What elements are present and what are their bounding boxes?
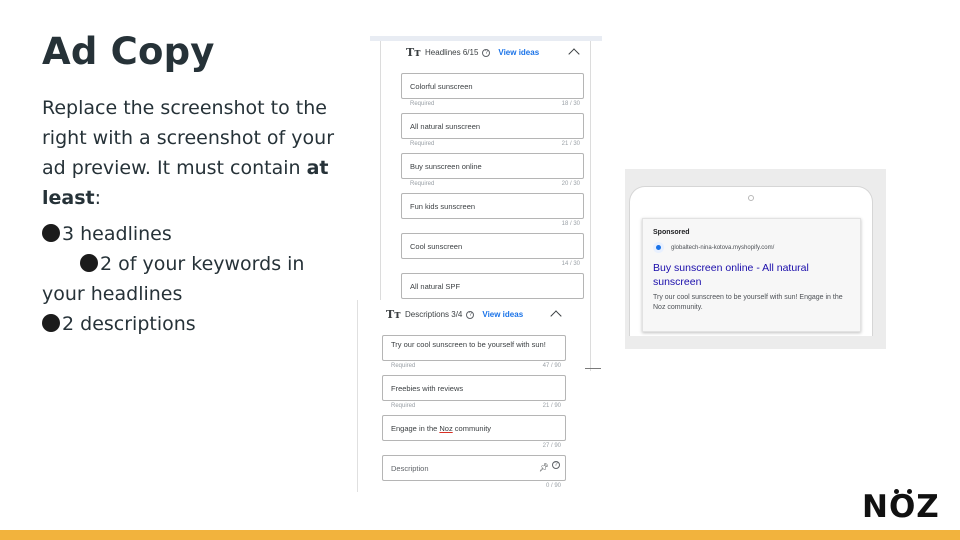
- headline-input[interactable]: Buy sunscreen online: [401, 153, 584, 179]
- descriptions-title: Descriptions 3/4: [405, 310, 463, 319]
- description-input[interactable]: Try our cool sunscreen to be yourself wi…: [382, 335, 566, 361]
- chevron-up-icon[interactable]: [550, 310, 562, 322]
- text-format-icon: Tт: [386, 308, 402, 321]
- logo-text: NOZ: [862, 489, 940, 525]
- headline-input[interactable]: Fun kids sunscreen: [401, 193, 584, 219]
- field-meta: Required 21 / 90: [391, 403, 561, 409]
- headline-input[interactable]: All natural SPF: [401, 273, 584, 299]
- ad-description: Try our cool sunscreen to be yourself wi…: [653, 294, 843, 311]
- description-empty-input[interactable]: Description 📌︎ ?: [382, 455, 566, 481]
- field-meta: 18 / 30: [561, 221, 580, 227]
- ad-domain: globaltech-nina-kotova.myshopify.com/: [671, 244, 775, 251]
- field-meta: Required 18 / 30: [410, 101, 580, 107]
- footer-bar: [0, 530, 960, 540]
- requirement-item: 3 headlines: [42, 219, 342, 249]
- help-icon[interactable]: ?: [482, 48, 491, 57]
- field-meta: Required 47 / 90: [391, 363, 561, 369]
- headlines-header: Tт Headlines 6/15 ? View ideas: [406, 46, 539, 59]
- slide-title: Ad Copy: [42, 30, 215, 73]
- description-input[interactable]: Engage in the Noz community: [382, 415, 566, 441]
- field-meta: Required 20 / 30: [410, 181, 580, 187]
- logo-umlaut-dot: [894, 489, 899, 494]
- noz-logo: NOZ: [862, 489, 944, 525]
- field-meta: 0 / 90: [545, 483, 561, 489]
- descriptions-header: Tт Descriptions 3/4 ? View ideas: [386, 308, 523, 321]
- ad-headline[interactable]: Buy sunscreen online - All natural sunsc…: [653, 261, 850, 289]
- bullet-icon: [80, 254, 98, 272]
- view-ideas-link[interactable]: View ideas: [498, 48, 539, 57]
- help-icon[interactable]: ?: [552, 461, 560, 469]
- text-format-icon: Tт: [406, 46, 422, 59]
- domain-row: globaltech-nina-kotova.myshopify.com/: [653, 242, 850, 253]
- headlines-screenshot: Tт Headlines 6/15 ? View ideas Colorful …: [370, 36, 602, 371]
- requirement-item-continuation: your headlines: [42, 283, 183, 305]
- ad-card[interactable]: Sponsored globaltech-nina-kotova.myshopi…: [642, 218, 861, 332]
- logo-umlaut-dot: [907, 489, 912, 494]
- bullet-icon: [42, 314, 60, 332]
- divider-line: [585, 368, 601, 369]
- requirement-item: 2 of your keywords in: [42, 249, 342, 279]
- intro-paragraph: Replace the screenshot to the right with…: [42, 93, 342, 213]
- view-ideas-link[interactable]: View ideas: [482, 310, 523, 319]
- headline-input[interactable]: All natural sunscreen: [401, 113, 584, 139]
- requirements-list: 3 headlines 2 of your keywords in your h…: [42, 219, 342, 339]
- sponsored-label: Sponsored: [653, 229, 690, 236]
- headline-input[interactable]: Colorful sunscreen: [401, 73, 584, 99]
- headline-input[interactable]: Cool sunscreen: [401, 233, 584, 259]
- pin-icon[interactable]: 📌︎: [539, 463, 549, 472]
- intro-end: :: [94, 187, 102, 209]
- camera-icon: [748, 195, 754, 201]
- intro-text: Replace the screenshot to the right with…: [42, 97, 335, 179]
- bullet-icon: [42, 224, 60, 242]
- field-meta: Required 21 / 30: [410, 141, 580, 147]
- field-meta: 27 / 90: [542, 443, 561, 449]
- headlines-title: Headlines 6/15: [425, 48, 479, 57]
- description-input[interactable]: Freebies with reviews: [382, 375, 566, 401]
- ad-preview-screenshot: Sponsored globaltech-nina-kotova.myshopi…: [625, 169, 886, 349]
- globe-icon: [653, 242, 664, 253]
- descriptions-screenshot: Tт Descriptions 3/4 ? View ideas Try our…: [357, 300, 575, 492]
- phone-frame: Sponsored globaltech-nina-kotova.myshopi…: [629, 186, 873, 336]
- field-meta: 14 / 30: [561, 261, 580, 267]
- help-icon[interactable]: ?: [466, 310, 475, 319]
- requirement-item: 2 descriptions: [42, 309, 342, 339]
